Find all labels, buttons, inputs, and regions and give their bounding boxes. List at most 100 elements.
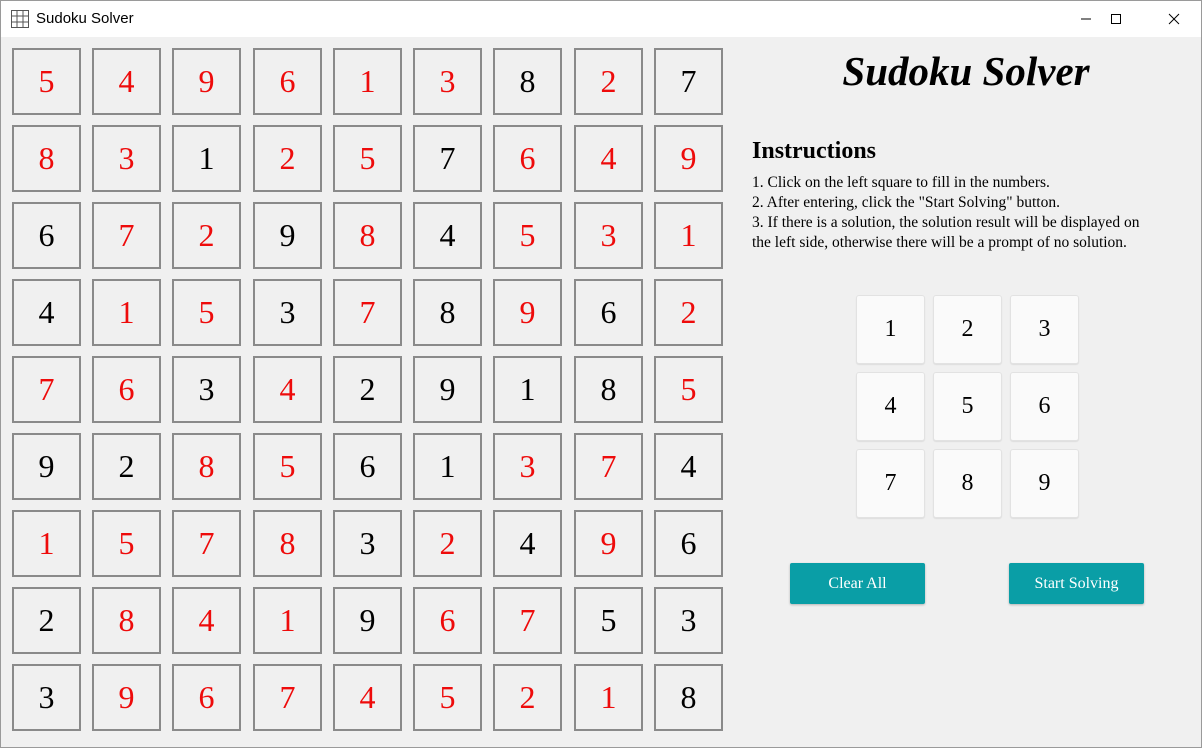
- board-cell[interactable]: 5: [574, 587, 643, 654]
- board-cell[interactable]: 2: [574, 48, 643, 115]
- close-icon: [1168, 13, 1180, 25]
- maximize-button[interactable]: [1093, 1, 1139, 37]
- board-cell[interactable]: 5: [172, 279, 241, 346]
- board-cell[interactable]: 6: [12, 202, 81, 269]
- board-cell[interactable]: 9: [333, 587, 402, 654]
- clear-all-button[interactable]: Clear All: [790, 563, 925, 604]
- board-cell[interactable]: 6: [493, 125, 562, 192]
- board-cell[interactable]: 8: [413, 279, 482, 346]
- board-cell[interactable]: 6: [92, 356, 161, 423]
- board-cell[interactable]: 6: [253, 48, 322, 115]
- board-cell[interactable]: 3: [413, 48, 482, 115]
- board-cell[interactable]: 1: [413, 433, 482, 500]
- instruction-line-1: 1. Click on the left square to fill in t…: [752, 174, 1050, 191]
- board-cell[interactable]: 5: [493, 202, 562, 269]
- board-cell[interactable]: 3: [574, 202, 643, 269]
- board-cell[interactable]: 9: [574, 510, 643, 577]
- board-cell[interactable]: 7: [333, 279, 402, 346]
- board-cell[interactable]: 8: [92, 587, 161, 654]
- sudoku-board: 5496138278312576496729845314153789627634…: [12, 48, 728, 736]
- board-cell[interactable]: 8: [574, 356, 643, 423]
- board-cell[interactable]: 5: [92, 510, 161, 577]
- board-cell[interactable]: 5: [12, 48, 81, 115]
- board-cell[interactable]: 2: [172, 202, 241, 269]
- board-cell[interactable]: 4: [12, 279, 81, 346]
- board-cell[interactable]: 9: [172, 48, 241, 115]
- board-cell[interactable]: 4: [333, 664, 402, 731]
- board-cell[interactable]: 7: [493, 587, 562, 654]
- close-button[interactable]: [1151, 1, 1197, 37]
- board-cell[interactable]: 1: [172, 125, 241, 192]
- board-cell[interactable]: 2: [12, 587, 81, 654]
- numpad-key[interactable]: 6: [1010, 372, 1079, 441]
- board-cell[interactable]: 2: [333, 356, 402, 423]
- numpad-key[interactable]: 5: [933, 372, 1002, 441]
- board-cell[interactable]: 4: [574, 125, 643, 192]
- board-cell[interactable]: 6: [654, 510, 723, 577]
- board-cell[interactable]: 7: [413, 125, 482, 192]
- numpad-key[interactable]: 7: [856, 449, 925, 518]
- board-cell[interactable]: 3: [92, 125, 161, 192]
- board-cell[interactable]: 3: [654, 587, 723, 654]
- board-cell[interactable]: 9: [413, 356, 482, 423]
- board-cell[interactable]: 6: [333, 433, 402, 500]
- board-cell[interactable]: 4: [493, 510, 562, 577]
- board-cell[interactable]: 7: [172, 510, 241, 577]
- board-cell[interactable]: 7: [654, 48, 723, 115]
- board-cell[interactable]: 9: [253, 202, 322, 269]
- board-cell[interactable]: 8: [12, 125, 81, 192]
- board-cell[interactable]: 9: [92, 664, 161, 731]
- board-cell[interactable]: 4: [92, 48, 161, 115]
- board-cell[interactable]: 1: [253, 587, 322, 654]
- board-cell[interactable]: 8: [654, 664, 723, 731]
- board-cell[interactable]: 9: [12, 433, 81, 500]
- board-cell[interactable]: 1: [333, 48, 402, 115]
- board-cell[interactable]: 7: [253, 664, 322, 731]
- board-cell[interactable]: 8: [333, 202, 402, 269]
- title-bar[interactable]: Sudoku Solver: [1, 1, 1201, 37]
- board-cell[interactable]: 1: [574, 664, 643, 731]
- app-heading: Sudoku Solver: [842, 48, 1090, 94]
- board-cell[interactable]: 3: [493, 433, 562, 500]
- board-cell[interactable]: 7: [92, 202, 161, 269]
- board-cell[interactable]: 5: [654, 356, 723, 423]
- start-solving-button[interactable]: Start Solving: [1009, 563, 1144, 604]
- board-cell[interactable]: 9: [493, 279, 562, 346]
- numpad-key[interactable]: 1: [856, 295, 925, 364]
- board-cell[interactable]: 4: [172, 587, 241, 654]
- board-cell[interactable]: 5: [413, 664, 482, 731]
- board-cell[interactable]: 2: [654, 279, 723, 346]
- board-cell[interactable]: 8: [253, 510, 322, 577]
- board-cell[interactable]: 6: [574, 279, 643, 346]
- board-cell[interactable]: 2: [253, 125, 322, 192]
- board-cell[interactable]: 6: [172, 664, 241, 731]
- board-cell[interactable]: 8: [172, 433, 241, 500]
- board-cell[interactable]: 5: [253, 433, 322, 500]
- board-cell[interactable]: 5: [333, 125, 402, 192]
- board-cell[interactable]: 1: [493, 356, 562, 423]
- numpad-key[interactable]: 4: [856, 372, 925, 441]
- board-cell[interactable]: 1: [654, 202, 723, 269]
- board-cell[interactable]: 8: [493, 48, 562, 115]
- board-cell[interactable]: 4: [253, 356, 322, 423]
- board-cell[interactable]: 2: [92, 433, 161, 500]
- board-cell[interactable]: 3: [333, 510, 402, 577]
- board-cell[interactable]: 9: [654, 125, 723, 192]
- board-cell[interactable]: 4: [654, 433, 723, 500]
- board-cell[interactable]: 4: [413, 202, 482, 269]
- board-cell[interactable]: 2: [413, 510, 482, 577]
- board-cell[interactable]: 1: [92, 279, 161, 346]
- board-cell[interactable]: 3: [253, 279, 322, 346]
- numpad-key[interactable]: 2: [933, 295, 1002, 364]
- numpad-key[interactable]: 8: [933, 449, 1002, 518]
- sudoku-app-icon: [11, 10, 29, 28]
- board-cell[interactable]: 1: [12, 510, 81, 577]
- board-cell[interactable]: 7: [12, 356, 81, 423]
- numpad-key[interactable]: 3: [1010, 295, 1079, 364]
- numpad-key[interactable]: 9: [1010, 449, 1079, 518]
- board-cell[interactable]: 7: [574, 433, 643, 500]
- board-cell[interactable]: 6: [413, 587, 482, 654]
- board-cell[interactable]: 3: [172, 356, 241, 423]
- board-cell[interactable]: 2: [493, 664, 562, 731]
- board-cell[interactable]: 3: [12, 664, 81, 731]
